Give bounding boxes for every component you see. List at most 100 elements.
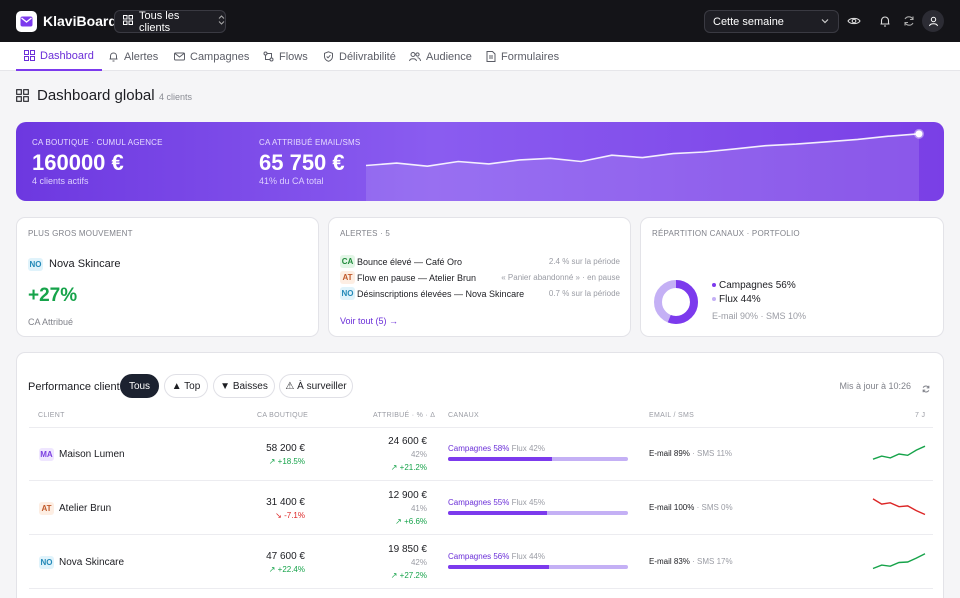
attrib-label: CA ATTRIBUÉ EMAIL/SMS xyxy=(259,138,361,147)
alert-item[interactable]: NO Désinscriptions élevées — Nova Skinca… xyxy=(340,287,620,301)
table-row[interactable]: MA Maison Lumen 58 200 € ↗ +18.5% 24 600 € 42… xyxy=(29,428,933,481)
performance-card: Performance client Tous ▲ Top ▼ Baisses … xyxy=(16,352,944,598)
table-row[interactable]: AT Atelier Brun 31 400 € ↘ -7.1% 12 900 € 41%… xyxy=(29,482,933,535)
attrib-delta: ↗ +21.2% xyxy=(391,463,427,472)
mail-icon xyxy=(174,52,185,61)
alert-meta: 0.7 % sur la période xyxy=(548,289,620,298)
campaigns-share: Campagnes 58% xyxy=(448,444,510,453)
column-header-attrib: ATTRIBUÉ · % · Δ xyxy=(373,412,436,419)
channel-bar-fill xyxy=(448,511,547,515)
user-avatar[interactable] xyxy=(922,10,944,32)
sparkline-7d xyxy=(872,498,926,516)
sms-share: · SMS 17% xyxy=(692,557,733,566)
ca-delta: ↗ +18.5% xyxy=(269,457,305,466)
sparkline-path xyxy=(872,445,926,460)
hero-trend-area xyxy=(366,133,919,201)
tab-label: Formulaires xyxy=(501,50,560,63)
channel-split: Campagnes 56% Flux 44% xyxy=(448,552,545,561)
ca-delta-value: +18.5% xyxy=(277,457,305,466)
filter-all[interactable]: Tous xyxy=(120,374,159,398)
grid-icon xyxy=(16,89,29,107)
shield-icon xyxy=(324,51,333,62)
see-all-alerts-link[interactable]: Voir tout (5) → xyxy=(340,316,398,326)
flow-icon xyxy=(263,51,274,62)
attrib-pct: 41% xyxy=(410,504,427,513)
tab-campagnes[interactable]: Campagnes xyxy=(174,42,249,71)
legend-label: Campagnes 56% xyxy=(719,280,796,291)
refresh-icon[interactable] xyxy=(901,13,917,29)
sparkline-7d xyxy=(872,553,926,570)
table-row[interactable]: NO Nova Skincare 47 600 € ↗ +22.4% 19 850 € 4… xyxy=(29,536,933,589)
attrib-value: 19 850 € xyxy=(388,544,427,555)
channels-donut xyxy=(654,280,698,324)
channel-bar-fill xyxy=(448,457,553,461)
tab-label: Audience xyxy=(426,50,472,63)
last-updated: Mis à jour à 10:26 xyxy=(839,381,911,391)
filter-watch[interactable]: ⚠ À surveiller xyxy=(279,374,353,398)
channels-card: RÉPARTITION CANAUX · PORTFOLIO Campagnes… xyxy=(640,217,944,337)
boutique-value: 160000 € xyxy=(32,150,124,175)
sparkline-7d xyxy=(872,445,926,460)
client-badge: MA xyxy=(39,448,54,461)
tab-delivrabilite[interactable]: Délivrabilité xyxy=(323,42,396,71)
form-icon xyxy=(486,51,496,62)
attrib-delta: ↗ +6.6% xyxy=(395,517,427,526)
channel-split: Campagnes 58% Flux 42% xyxy=(448,444,545,453)
ca-value: 58 200 € xyxy=(266,443,305,454)
channel-bar xyxy=(448,565,628,569)
column-header-channels: CANAUX xyxy=(448,412,479,419)
campaigns-share: Campagnes 55% xyxy=(448,498,510,507)
filter-drops[interactable]: ▼ Baisses xyxy=(213,374,275,398)
client-badge: NO xyxy=(39,556,54,569)
ca-value: 31 400 € xyxy=(266,497,305,508)
eye-icon[interactable] xyxy=(846,13,862,29)
alert-text: Désinscriptions élevées — Nova Skincare xyxy=(357,289,525,299)
user-icon xyxy=(928,16,938,26)
attrib-value: 12 900 € xyxy=(388,490,427,501)
client-badge: AT xyxy=(39,502,54,515)
boutique-sub: 4 clients actifs xyxy=(32,176,89,186)
tab-label: Flows xyxy=(279,50,308,63)
boutique-label: CA BOUTIQUE · CUMUL AGENCE xyxy=(32,138,163,147)
period-selector[interactable]: Cette semaine xyxy=(704,10,839,33)
channel-bar xyxy=(448,457,628,461)
email-share: E-mail 83% xyxy=(649,557,690,566)
refresh-icon[interactable] xyxy=(921,381,931,399)
ca-delta: ↘ -7.1% xyxy=(275,511,305,520)
email-share: E-mail 100% xyxy=(649,503,695,512)
section-title: Performance client xyxy=(28,381,120,393)
alert-item[interactable]: CA Bounce élevé — Café Oro 2.4 % sur la … xyxy=(340,255,620,269)
mover-delta: +27% xyxy=(28,285,78,306)
mover-metric: CA Attribué xyxy=(28,317,74,327)
users-icon xyxy=(409,52,421,62)
tab-flows[interactable]: Flows xyxy=(263,42,308,71)
attrib-value: 65 750 € xyxy=(259,150,345,175)
client-badge: CA xyxy=(340,255,355,268)
grid-icon xyxy=(24,50,35,61)
tab-label: Alertes xyxy=(124,50,159,63)
filter-top[interactable]: ▲ Top xyxy=(164,374,208,398)
channel-bar xyxy=(448,511,628,515)
legend-dot xyxy=(712,283,716,288)
attrib-delta-value: +6.6% xyxy=(404,517,427,526)
card-label: PLUS GROS MOUVEMENT xyxy=(28,229,133,238)
email-sms-mix: E-mail 89% · SMS 11% xyxy=(649,449,732,458)
client-badge: NO xyxy=(340,287,355,300)
alert-item[interactable]: AT Flow en pause — Atelier Brun « Panier… xyxy=(340,271,620,285)
tab-alertes[interactable]: Alertes xyxy=(108,42,158,71)
tab-formulaires[interactable]: Formulaires xyxy=(486,42,559,71)
column-header-mix: EMAIL / SMS xyxy=(649,412,695,419)
client-selector[interactable]: Tous les clients xyxy=(114,10,226,34)
trend-up-icon: ↗ xyxy=(268,457,276,466)
tab-audience[interactable]: Audience xyxy=(409,42,472,71)
tab-dashboard[interactable]: Dashboard xyxy=(16,42,102,71)
alert-meta: « Panier abandonné » · en pause xyxy=(501,273,620,282)
grid-icon xyxy=(123,15,133,28)
bell-icon[interactable] xyxy=(877,13,893,29)
email-sms-mix: E-mail 100% · SMS 0% xyxy=(649,503,733,512)
trend-up-icon: ↗ xyxy=(390,463,398,472)
tab-label: Dashboard xyxy=(40,49,94,62)
trend-up-icon: ↗ xyxy=(268,565,276,574)
trend-up-icon: ↗ xyxy=(390,571,398,580)
sms-share: · SMS 11% xyxy=(692,449,733,458)
